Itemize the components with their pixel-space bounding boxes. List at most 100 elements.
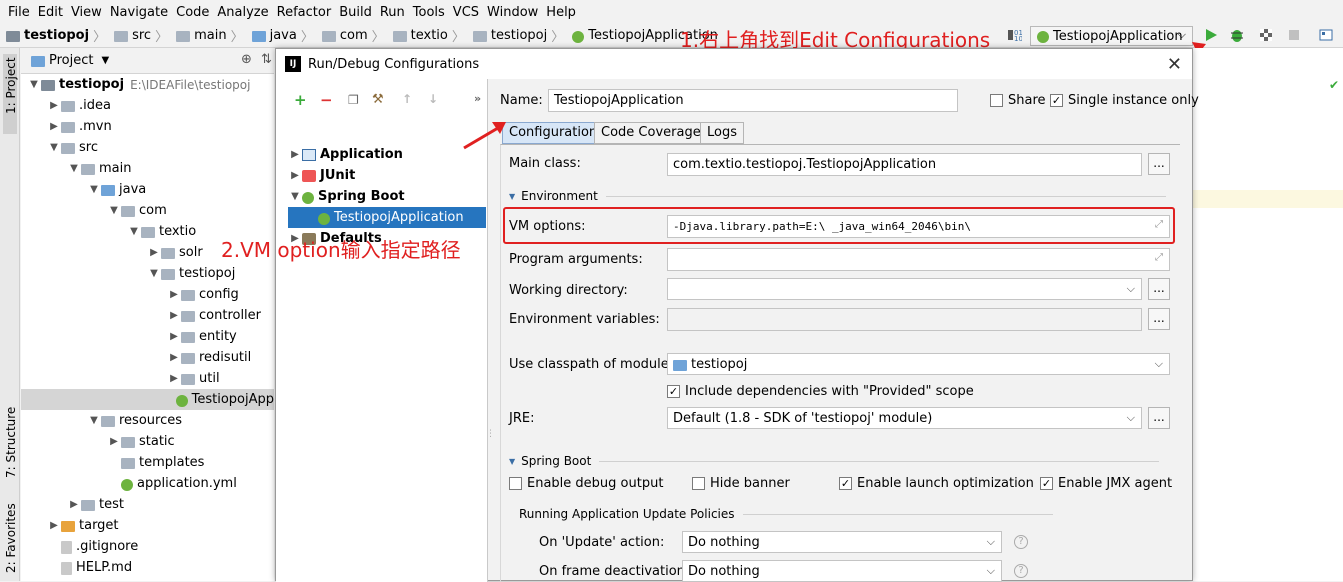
stop-icon[interactable] (1286, 27, 1302, 43)
tree-node[interactable]: ▶ test (21, 494, 124, 515)
tree-node[interactable]: ▼ com (21, 200, 167, 221)
copy-icon[interactable]: ❐ (348, 93, 359, 107)
expand-arrow-icon[interactable]: ▶ (167, 352, 181, 363)
main-class-field[interactable]: com.textio.testiopoj.TestiopojApplicatio… (667, 153, 1142, 176)
add-icon[interactable]: + (294, 91, 307, 109)
close-icon[interactable]: ✕ (1167, 54, 1182, 75)
expand-arrow-icon[interactable]: ▼ (67, 163, 81, 174)
project-tab[interactable]: 1: Project (3, 54, 18, 134)
chevron-down-icon[interactable]: ▼ (101, 55, 109, 66)
help-icon[interactable]: ? (1014, 564, 1028, 578)
expand-arrow-icon[interactable]: ▼ (87, 415, 101, 426)
on-update-select[interactable]: Do nothing ⌵ (682, 531, 1002, 553)
menu-run[interactable]: Run (380, 5, 405, 20)
expand-arrow-icon[interactable]: ▶ (47, 520, 61, 531)
main-class-browse-button[interactable]: ... (1148, 153, 1170, 175)
expand-arrow-icon[interactable]: ▼ (288, 191, 302, 202)
breadcrumb-item[interactable]: src 〉 (114, 26, 172, 45)
tab-logs[interactable]: Logs (700, 122, 744, 144)
expand-arrow-icon[interactable]: ▼ (147, 268, 161, 279)
menu-build[interactable]: Build (339, 5, 372, 20)
expand-arrow-icon[interactable]: ▼ (127, 226, 141, 237)
config-tree-item[interactable]: ▶ JUnit (288, 165, 355, 186)
expand-icon[interactable]: ⤢ (1155, 253, 1165, 263)
breadcrumb-item[interactable]: testiopoj 〉 (472, 26, 568, 45)
menu-tools[interactable]: Tools (413, 5, 445, 20)
tree-node[interactable]: ▼ resources (21, 410, 182, 431)
menu-help[interactable]: Help (546, 5, 576, 20)
tree-node[interactable]: .gitignore (21, 536, 138, 557)
expand-arrow-icon[interactable]: ▶ (288, 149, 302, 160)
menu-edit[interactable]: Edit (38, 5, 63, 20)
tree-node[interactable]: ▶ util (21, 368, 219, 389)
menu-window[interactable]: Window (487, 5, 538, 20)
tree-node[interactable]: HELP.md (21, 557, 132, 578)
expand-arrow-icon[interactable]: ▼ (47, 142, 61, 153)
expand-arrow-icon[interactable]: ▶ (167, 331, 181, 342)
menu-file[interactable]: File (8, 5, 30, 20)
tree-node[interactable]: ▶ target (21, 515, 118, 536)
help-icon[interactable]: ? (1014, 535, 1028, 549)
expand-arrow-icon[interactable]: ▶ (288, 170, 302, 181)
working-dir-browse-button[interactable]: ... (1148, 278, 1170, 300)
breadcrumb-item[interactable]: com 〉 (321, 26, 389, 45)
build-icon[interactable]: 01 10 (1006, 27, 1023, 43)
breadcrumb-item[interactable]: main 〉 (176, 26, 248, 45)
breadcrumb-item[interactable]: testiopoj 〉 (6, 26, 110, 45)
debug-output-checkbox[interactable]: Enable debug output (509, 476, 663, 491)
breadcrumb-item[interactable]: textio 〉 (392, 26, 469, 45)
jre-select[interactable]: Default (1.8 - SDK of 'testiopoj' module… (667, 407, 1142, 429)
expand-arrow-icon[interactable]: ▶ (67, 499, 81, 510)
include-deps-checkbox[interactable]: ✓ Include dependencies with "Provided" sc… (667, 384, 974, 399)
tab-code-coverage[interactable]: Code Coverage (594, 122, 708, 144)
move-up-icon[interactable]: ↑ (402, 92, 412, 106)
debug-icon[interactable] (1229, 27, 1245, 43)
expand-arrow-icon[interactable]: ▶ (167, 289, 181, 300)
launch-optimization-checkbox[interactable]: ✓ Enable launch optimization (839, 476, 1034, 491)
expand-arrow-icon[interactable]: ▶ (107, 436, 121, 447)
expand-arrow-icon[interactable]: ▶ (47, 121, 61, 132)
hide-banner-checkbox[interactable]: Hide banner (692, 476, 790, 491)
config-tree-item[interactable]: ▶ Application (288, 144, 403, 165)
settings-icon[interactable]: ⇅ (261, 52, 272, 67)
tree-node[interactable]: ▼ src (21, 137, 98, 158)
locate-icon[interactable]: ⊕ (241, 52, 252, 67)
menu-code[interactable]: Code (176, 5, 209, 20)
on-frame-select[interactable]: Do nothing ⌵ (682, 560, 1002, 582)
env-vars-field[interactable] (667, 308, 1142, 331)
project-structure-icon[interactable] (1318, 27, 1334, 43)
tree-node[interactable]: TestiopojApp (21, 389, 274, 410)
menu-refactor[interactable]: Refactor (277, 5, 332, 20)
tree-node[interactable]: ▼ testiopoj E:\IDEAFile\testiopoj (21, 74, 250, 95)
expand-arrow-icon[interactable]: ▶ (167, 373, 181, 384)
structure-tab[interactable]: 7: Structure (4, 407, 18, 478)
breadcrumb-item[interactable]: java 〉 (251, 26, 318, 45)
menu-navigate[interactable]: Navigate (110, 5, 168, 20)
wrench-icon[interactable]: ⚒ (372, 92, 384, 107)
tree-node[interactable]: ▶ .mvn (21, 116, 112, 137)
expand-arrow-icon[interactable]: ▶ (147, 247, 161, 258)
remove-icon[interactable]: − (320, 91, 333, 109)
tree-node[interactable]: templates (21, 452, 204, 473)
expand-arrow-icon[interactable]: ▼ (27, 79, 41, 90)
tree-node[interactable]: ▶ redisutil (21, 347, 251, 368)
config-tree-item[interactable]: ▼ Spring Boot (288, 186, 404, 207)
working-dir-field[interactable]: ⌵ (667, 278, 1142, 300)
tree-node[interactable]: ▶ .idea (21, 95, 111, 116)
menu-vcs[interactable]: VCS (453, 5, 479, 20)
tree-node[interactable]: ▼ testiopoj (21, 263, 235, 284)
menu-analyze[interactable]: Analyze (217, 5, 268, 20)
expand-arrow-icon[interactable]: ▼ (107, 205, 121, 216)
environment-section[interactable]: ▼ Environment (509, 189, 1166, 203)
config-tree-item[interactable]: TestiopojApplication (288, 207, 486, 228)
expand-arrow-icon[interactable]: ▶ (47, 100, 61, 111)
tree-node[interactable]: ▼ textio (21, 221, 196, 242)
jmx-agent-checkbox[interactable]: ✓ Enable JMX agent (1040, 476, 1172, 491)
tree-node[interactable]: ▶ controller (21, 305, 261, 326)
tree-node[interactable]: ▶ solr (21, 242, 203, 263)
expand-more-icon[interactable]: » (474, 92, 481, 105)
tree-node[interactable]: ▶ config (21, 284, 239, 305)
program-args-field[interactable]: ⤢ (667, 248, 1170, 271)
single-instance-checkbox[interactable]: ✓ Single instance only (1050, 93, 1199, 108)
move-down-icon[interactable]: ↓ (428, 92, 438, 106)
